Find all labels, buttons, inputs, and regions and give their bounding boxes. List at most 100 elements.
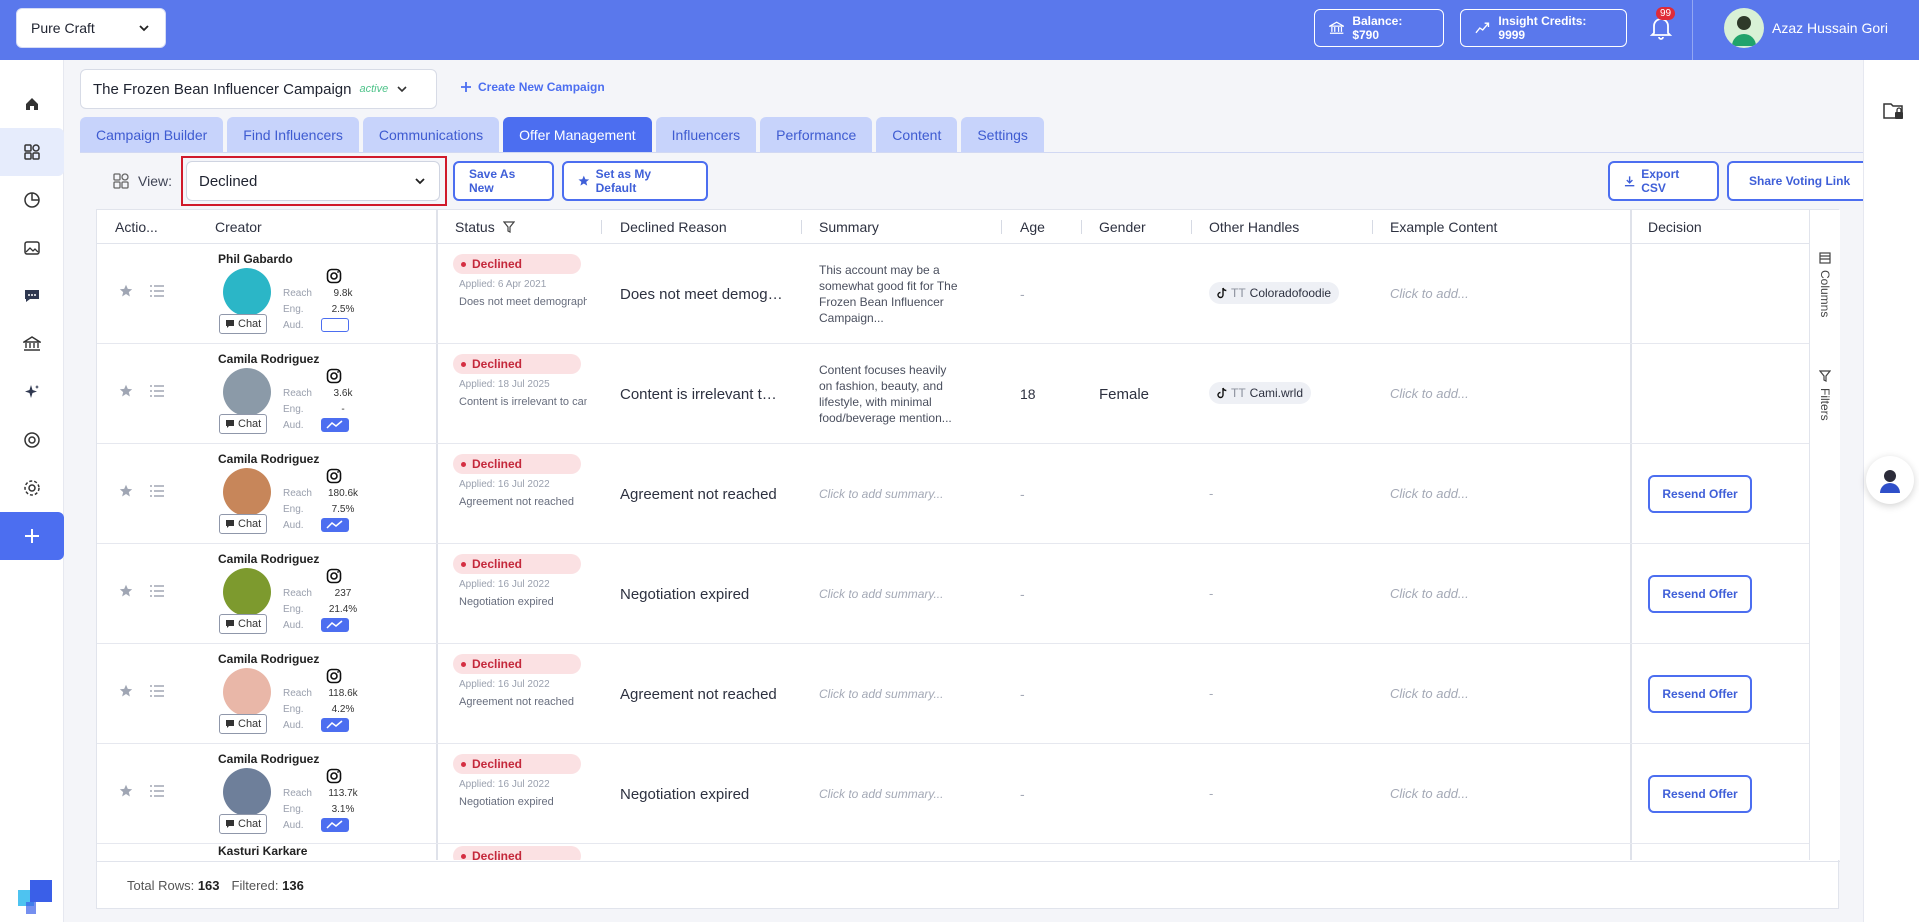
creator-avatar[interactable] xyxy=(223,368,271,416)
chat-button[interactable]: Chat xyxy=(219,614,268,634)
declined-reason[interactable]: Does not meet demographic xyxy=(620,286,785,303)
chat-button[interactable]: Chat xyxy=(219,314,268,334)
column-separator[interactable] xyxy=(1081,220,1082,234)
tab-settings[interactable]: Settings xyxy=(961,117,1044,153)
header-age[interactable]: Age xyxy=(1020,210,1045,244)
table-row[interactable]: Phil Gabardo Reach Eng. Aud. 9.8k 2.5% C… xyxy=(97,244,1809,344)
declined-reason[interactable]: Negotiation expired xyxy=(620,586,785,603)
age-cell[interactable]: - xyxy=(1020,486,1025,502)
nav-messages[interactable] xyxy=(0,272,64,320)
instagram-icon[interactable] xyxy=(326,368,342,384)
nav-home[interactable] xyxy=(0,80,64,128)
creator-avatar[interactable] xyxy=(223,768,271,816)
tab-performance[interactable]: Performance xyxy=(760,117,873,153)
audience-chart-icon[interactable] xyxy=(321,818,349,832)
summary-cell[interactable]: Content focuses heavily on fashion, beau… xyxy=(819,362,959,426)
age-cell[interactable]: - xyxy=(1020,286,1025,302)
view-select[interactable]: Declined xyxy=(186,161,440,201)
star-icon[interactable] xyxy=(119,584,133,598)
header-gender[interactable]: Gender xyxy=(1099,210,1146,244)
export-csv-button[interactable]: Export CSV xyxy=(1608,161,1719,201)
other-handles-cell[interactable]: TT Cami.wrld xyxy=(1209,382,1312,404)
creator-name[interactable]: Camila Rodriguez xyxy=(218,752,319,766)
folder-lock-icon[interactable] xyxy=(1882,100,1906,122)
other-handles-cell[interactable]: - xyxy=(1209,686,1213,701)
nav-add-button[interactable] xyxy=(0,512,64,560)
tab-content[interactable]: Content xyxy=(876,117,958,153)
summary-cell[interactable]: Click to add summary... xyxy=(819,786,959,802)
audience-chart-icon[interactable] xyxy=(321,618,349,632)
nav-content[interactable] xyxy=(0,224,64,272)
example-content-cell[interactable]: Click to add... xyxy=(1390,386,1469,401)
declined-reason[interactable]: Negotiation expired xyxy=(620,786,785,803)
table-row[interactable]: Camila Rodriguez Reach Eng. Aud. 113.7k … xyxy=(97,744,1809,844)
star-icon[interactable] xyxy=(119,384,133,398)
summary-cell[interactable]: Click to add summary... xyxy=(819,586,959,602)
declined-reason[interactable]: Agreement not reached xyxy=(620,486,785,503)
table-row[interactable]: Camila Rodriguez Reach Eng. Aud. 237 21.… xyxy=(97,544,1809,644)
instagram-icon[interactable] xyxy=(326,768,342,784)
star-icon[interactable] xyxy=(119,784,133,798)
other-handles-cell[interactable]: - xyxy=(1209,586,1213,601)
star-icon[interactable] xyxy=(119,484,133,498)
table-row[interactable]: Camila Rodriguez Reach Eng. Aud. 180.6k … xyxy=(97,444,1809,544)
example-content-cell[interactable]: Click to add... xyxy=(1390,686,1469,701)
columns-panel-toggle[interactable]: Columns xyxy=(1818,252,1832,317)
age-cell[interactable]: - xyxy=(1020,686,1025,702)
nav-ai[interactable] xyxy=(0,368,64,416)
tab-communications[interactable]: Communications xyxy=(362,117,500,153)
nav-brand[interactable] xyxy=(0,416,64,464)
set-default-button[interactable]: Set as My Default xyxy=(562,161,708,201)
balance-button[interactable]: Balance: $790 xyxy=(1314,9,1444,47)
summary-cell[interactable]: This account may be a somewhat good fit … xyxy=(819,262,959,326)
table-row[interactable]: Camila Rodriguez Reach Eng. Aud. 118.6k … xyxy=(97,644,1809,744)
user-name[interactable]: Azaz Hussain Gori xyxy=(1772,20,1888,36)
save-as-new-button[interactable]: Save As New xyxy=(453,161,554,201)
creator-name[interactable]: Camila Rodriguez xyxy=(218,652,319,666)
audience-chart-icon[interactable] xyxy=(321,518,349,532)
creator-avatar[interactable] xyxy=(223,468,271,516)
creator-name[interactable]: Camila Rodriguez xyxy=(218,352,319,366)
list-icon[interactable] xyxy=(149,284,165,298)
header-status[interactable]: Status xyxy=(455,210,515,244)
chat-button[interactable]: Chat xyxy=(219,514,268,534)
summary-cell[interactable]: Click to add summary... xyxy=(819,686,959,702)
tab-offer-management[interactable]: Offer Management xyxy=(503,117,652,153)
example-content-cell[interactable]: Click to add... xyxy=(1390,286,1469,301)
example-content-cell[interactable]: Click to add... xyxy=(1390,786,1469,801)
age-cell[interactable]: - xyxy=(1020,586,1025,602)
gender-cell[interactable]: Female xyxy=(1099,386,1149,403)
list-icon[interactable] xyxy=(149,384,165,398)
instagram-icon[interactable] xyxy=(326,668,342,684)
summary-cell[interactable]: Click to add summary... xyxy=(819,486,959,502)
creator-name[interactable]: Kasturi Karkare xyxy=(218,844,307,858)
example-content-cell[interactable]: Click to add... xyxy=(1390,486,1469,501)
tab-find-influencers[interactable]: Find Influencers xyxy=(227,117,359,153)
floating-assistant-avatar[interactable] xyxy=(1866,456,1914,504)
column-separator[interactable] xyxy=(1191,220,1192,234)
chat-button[interactable]: Chat xyxy=(219,814,268,834)
list-icon[interactable] xyxy=(149,784,165,798)
creator-name[interactable]: Phil Gabardo xyxy=(218,252,293,266)
tab-influencers[interactable]: Influencers xyxy=(655,117,757,153)
other-handles-cell[interactable]: - xyxy=(1209,486,1213,501)
example-content-cell[interactable]: Click to add... xyxy=(1390,586,1469,601)
nav-campaigns[interactable] xyxy=(0,128,64,176)
column-separator[interactable] xyxy=(801,220,802,234)
creator-avatar[interactable] xyxy=(223,268,271,316)
declined-reason[interactable]: Content is irrelevant to campaign xyxy=(620,386,785,403)
other-handles-cell[interactable]: TT Coloradofoodie xyxy=(1209,282,1340,304)
resend-offer-button[interactable]: Resend Offer xyxy=(1648,475,1752,513)
table-row[interactable]: Camila Rodriguez Reach Eng. Aud. 3.6k - … xyxy=(97,344,1809,444)
star-icon[interactable] xyxy=(119,684,133,698)
organization-select[interactable]: Pure Craft xyxy=(16,8,166,48)
chat-button[interactable]: Chat xyxy=(219,714,268,734)
nav-analytics[interactable] xyxy=(0,176,64,224)
tab-campaign-builder[interactable]: Campaign Builder xyxy=(80,117,224,153)
declined-reason[interactable]: Agreement not reached xyxy=(620,686,785,703)
resend-offer-button[interactable]: Resend Offer xyxy=(1648,675,1752,713)
table-row-partial[interactable]: Kasturi Karkare Declined xyxy=(97,844,1809,860)
filter-icon[interactable] xyxy=(502,221,515,233)
column-separator[interactable] xyxy=(601,220,602,234)
campaign-select[interactable]: The Frozen Bean Influencer Campaign acti… xyxy=(80,69,437,109)
